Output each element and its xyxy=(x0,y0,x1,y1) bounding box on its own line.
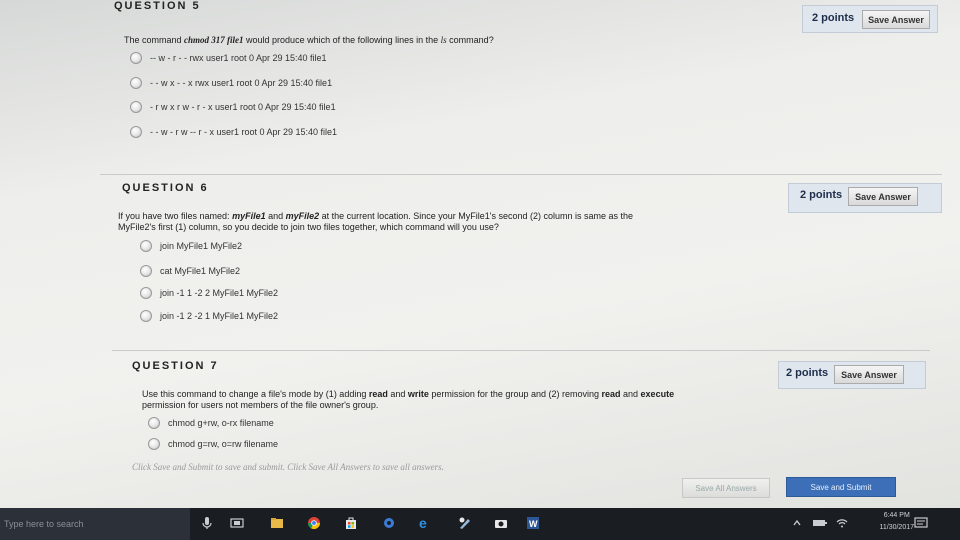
prompt-text: and xyxy=(620,389,641,399)
action-center-icon[interactable] xyxy=(914,517,928,529)
assessment-page: QUESTION 5 2 points Save Answer The comm… xyxy=(0,0,960,508)
option-label: -- w - r - - rwx user1 root 0 Apr 29 15:… xyxy=(150,53,327,63)
question-5-block: QUESTION 5 2 points Save Answer The comm… xyxy=(98,0,940,170)
prompt-text: and xyxy=(265,211,286,221)
question-5-save-button[interactable]: Save Answer xyxy=(862,10,930,29)
question-6-option-c[interactable]: join -1 1 -2 2 MyFile1 MyFile2 xyxy=(140,287,278,299)
prompt-text: permission for the group and (2) removin… xyxy=(428,389,602,399)
question-5-option-c[interactable]: - r w x r w - r - x user1 root 0 Apr 29 … xyxy=(130,101,336,113)
question-6-title: QUESTION 6 xyxy=(122,182,209,194)
prompt-text: If you have two files named: xyxy=(118,211,233,221)
question-6-save-button[interactable]: Save Answer xyxy=(848,187,918,206)
question-5-points: 2 points xyxy=(812,12,855,24)
option-label: - - w x - - x rwx user1 root 0 Apr 29 15… xyxy=(150,78,333,88)
taskbar-clock[interactable]: 6:44 PM 11/30/2017 xyxy=(879,510,914,534)
option-label: join -1 2 -2 1 MyFile1 MyFile2 xyxy=(160,311,279,321)
question-6-option-a[interactable]: join MyFile1 MyFile2 xyxy=(140,240,242,252)
prompt-file-a: myFile1 xyxy=(232,211,266,221)
option-label: join MyFile1 MyFile2 xyxy=(160,241,243,251)
option-label: chmod g=rw, o=rw filename xyxy=(168,439,279,449)
radio-button[interactable] xyxy=(130,101,142,113)
search-placeholder: Type here to search xyxy=(4,519,84,529)
save-all-answers-button[interactable]: Save All Answers xyxy=(682,478,770,498)
prompt-text: and xyxy=(387,389,408,399)
prompt-text: permission for users not members of the … xyxy=(142,400,379,410)
edge-browser-icon[interactable]: e xyxy=(418,516,432,530)
question-5-option-b[interactable]: - - w x - - x rwx user1 root 0 Apr 29 15… xyxy=(130,77,332,89)
question-6-points: 2 points xyxy=(800,189,843,201)
radio-button[interactable] xyxy=(140,287,152,299)
question-6-option-d[interactable]: join -1 2 -2 1 MyFile1 MyFile2 xyxy=(140,310,278,322)
prompt-text: Use this command to change a file's mode… xyxy=(142,389,369,399)
radio-button[interactable] xyxy=(140,310,152,322)
clock-date: 11/30/2017 xyxy=(879,524,914,531)
question-5-option-d[interactable]: - - w - r w -- r - x user1 root 0 Apr 29… xyxy=(130,126,337,138)
svg-text:W: W xyxy=(529,519,538,529)
prompt-text: command? xyxy=(446,35,494,45)
question-7-prompt: Use this command to change a file's mode… xyxy=(142,389,762,411)
radio-button[interactable] xyxy=(148,438,160,450)
radio-button[interactable] xyxy=(130,126,142,138)
question-6-option-b[interactable]: cat MyFile1 MyFile2 xyxy=(140,265,240,277)
prompt-text: would produce which of the following lin… xyxy=(243,35,441,45)
paint-icon[interactable] xyxy=(458,516,472,530)
taskbar-search-box[interactable]: Type here to search xyxy=(0,508,190,540)
radio-button[interactable] xyxy=(130,52,142,64)
option-label: join -1 1 -2 2 MyFile1 MyFile2 xyxy=(160,288,279,298)
prompt-bold: write xyxy=(407,389,429,399)
store-icon[interactable] xyxy=(344,516,358,530)
question-7-block: QUESTION 7 2 points Save Answer Use this… xyxy=(112,350,930,479)
option-label: - r w x r w - r - x user1 root 0 Apr 29 … xyxy=(150,102,336,112)
question-7-points: 2 points xyxy=(786,367,829,379)
question-7-option-a[interactable]: chmod g+rw, o-rx filename xyxy=(148,417,274,429)
wifi-icon[interactable] xyxy=(836,517,848,529)
option-label: cat MyFile1 MyFile2 xyxy=(160,266,241,276)
option-label: chmod g+rw, o-rx filename xyxy=(168,418,274,428)
question-5-title: QUESTION 5 xyxy=(114,0,201,12)
windows-taskbar: Type here to search e W 6:44 PM 11/30/20… xyxy=(0,508,960,540)
file-explorer-icon[interactable] xyxy=(270,516,284,530)
question-6-block: QUESTION 6 2 points Save Answer If you h… xyxy=(100,174,942,345)
question-7-title: QUESTION 7 xyxy=(132,360,219,372)
battery-icon[interactable] xyxy=(812,518,828,528)
submit-instructions: Click Save and Submit to save and submit… xyxy=(132,462,444,472)
radio-button[interactable] xyxy=(130,77,142,89)
chrome-icon[interactable] xyxy=(307,516,321,530)
camera-icon[interactable] xyxy=(494,516,508,530)
radio-button[interactable] xyxy=(140,265,152,277)
settings-gear-icon[interactable] xyxy=(382,516,396,530)
question-6-prompt: If you have two files named: myFile1 and… xyxy=(118,211,738,233)
radio-button[interactable] xyxy=(140,240,152,252)
prompt-bold: read xyxy=(601,389,621,399)
question-7-save-button[interactable]: Save Answer xyxy=(834,365,904,384)
question-5-option-a[interactable]: -- w - r - - rwx user1 root 0 Apr 29 15:… xyxy=(130,52,327,64)
prompt-text: at the current location. Since your MyFi… xyxy=(319,211,634,221)
clock-time: 6:44 PM xyxy=(883,512,910,519)
radio-button[interactable] xyxy=(148,417,160,429)
chevron-up-icon[interactable] xyxy=(792,518,802,528)
option-label: - - w - r w -- r - x user1 root 0 Apr 29… xyxy=(150,127,338,137)
question-5-prompt: The command chmod 317 file1 would produc… xyxy=(124,35,744,46)
prompt-bold: execute xyxy=(640,389,675,399)
task-view-icon[interactable] xyxy=(230,516,244,530)
prompt-text: MyFile2's first (1) column, so you decid… xyxy=(118,222,499,232)
prompt-command: chmod 317 file1 xyxy=(184,35,244,45)
prompt-bold: read xyxy=(368,389,388,399)
word-icon[interactable]: W xyxy=(526,516,540,530)
save-and-submit-button[interactable]: Save and Submit xyxy=(786,477,896,497)
question-7-option-b[interactable]: chmod g=rw, o=rw filename xyxy=(148,438,278,450)
prompt-text: The command xyxy=(124,35,185,45)
microphone-icon[interactable] xyxy=(200,516,214,530)
svg-text:e: e xyxy=(419,516,427,530)
prompt-file-b: myFile2 xyxy=(285,211,320,221)
